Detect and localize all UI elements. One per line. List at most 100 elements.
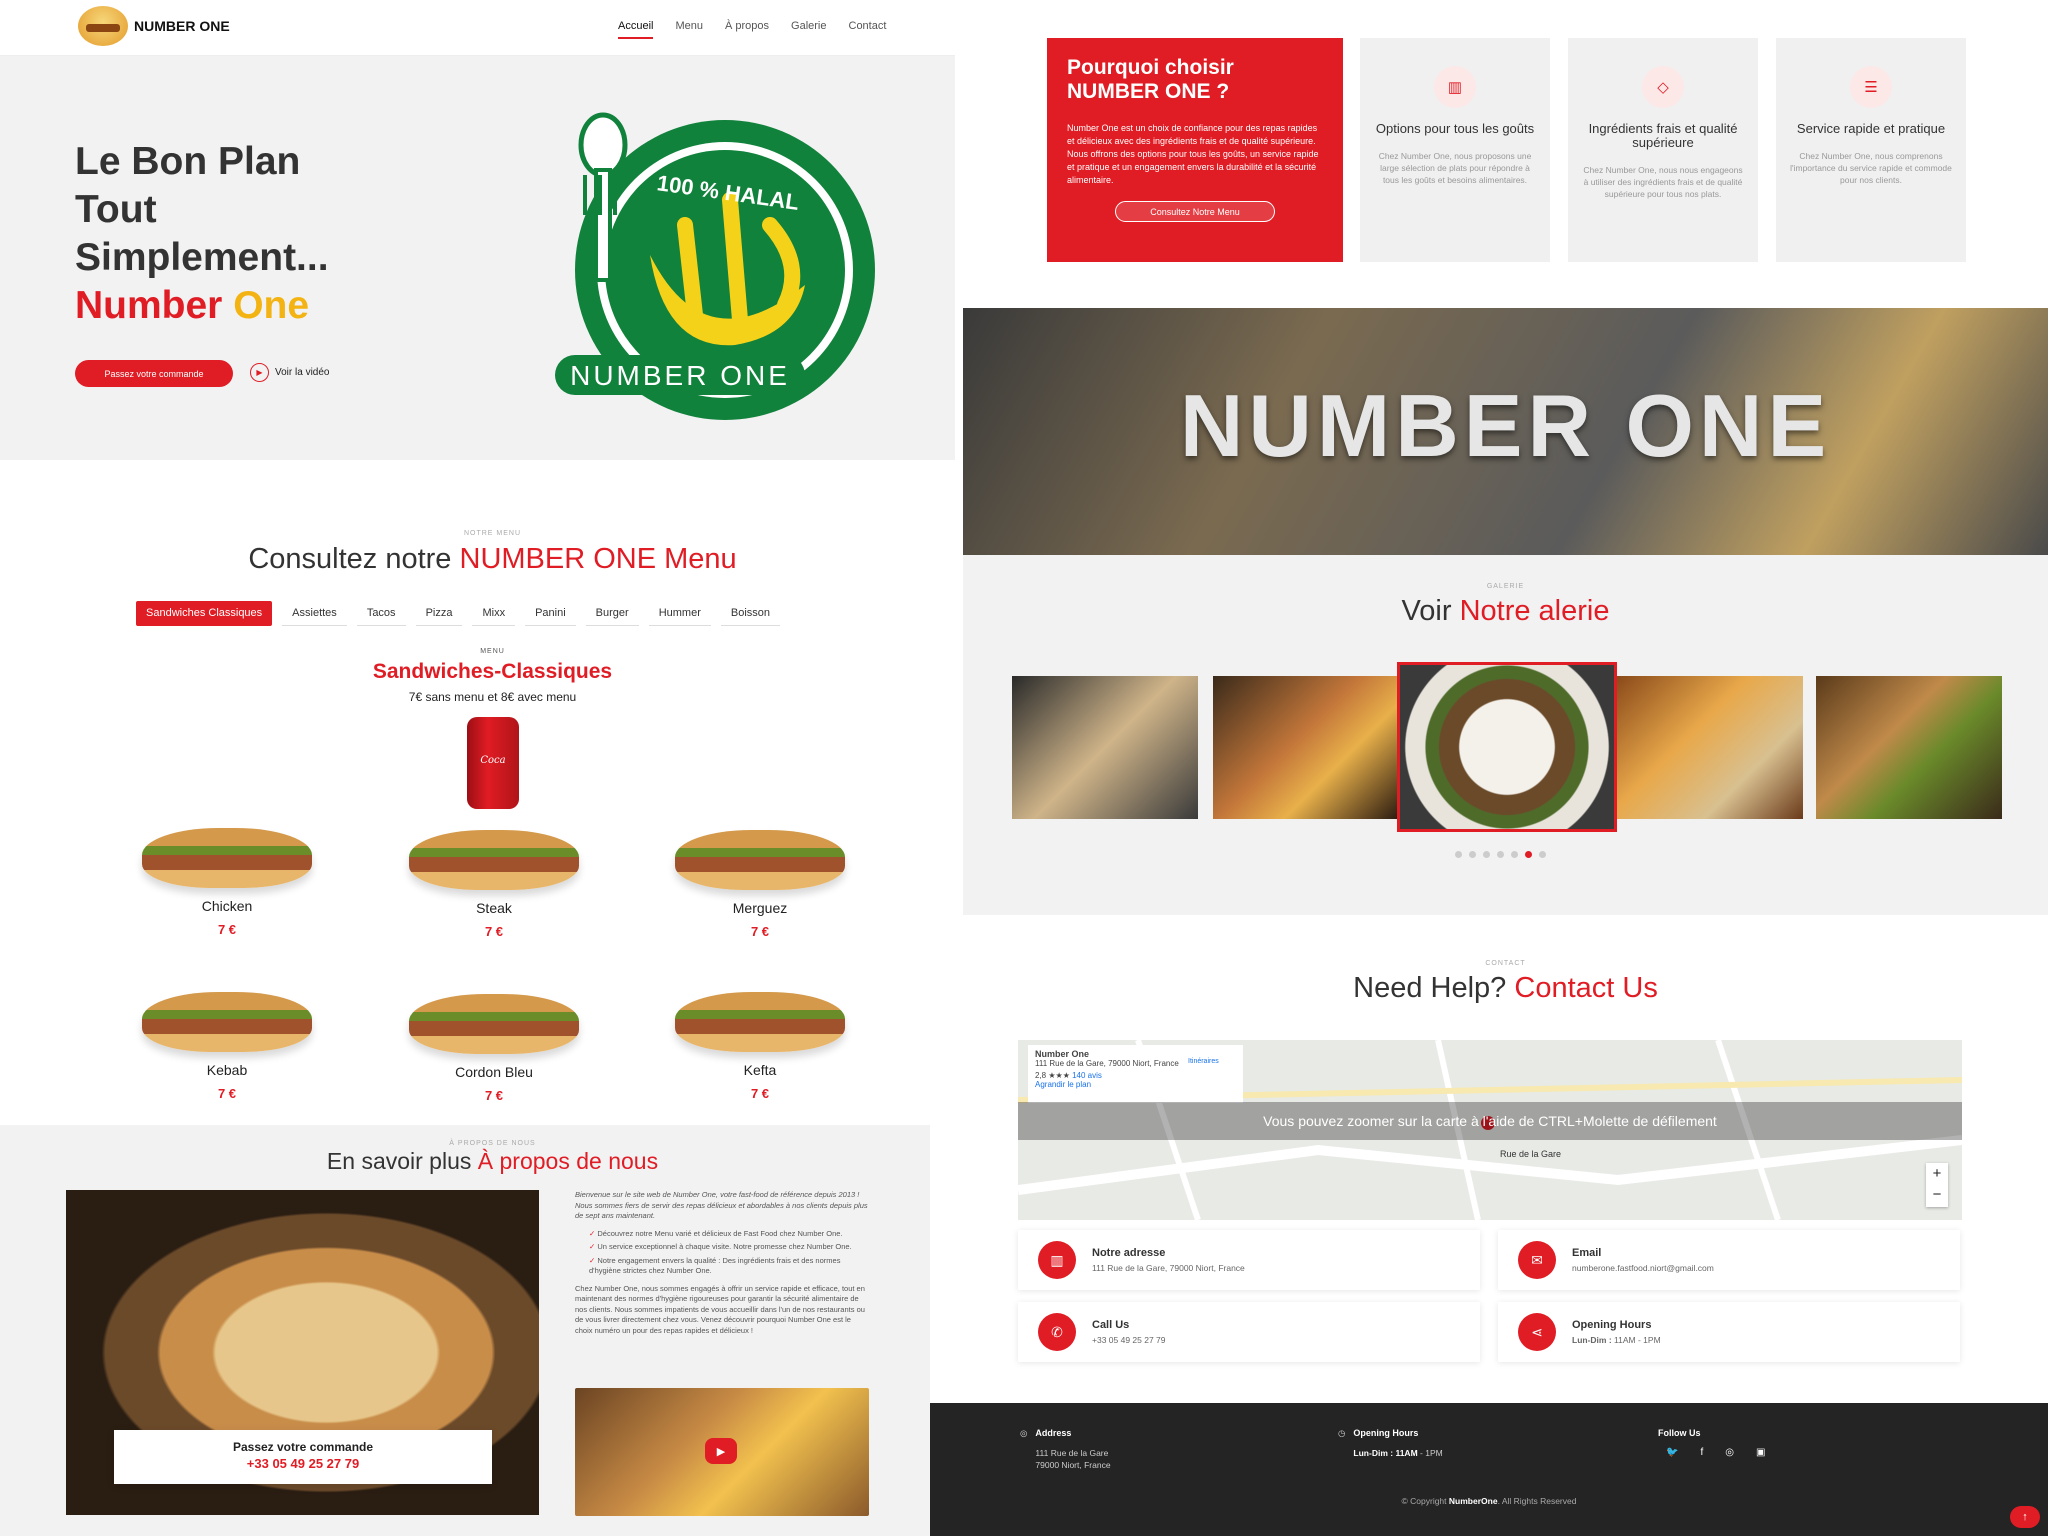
- menu-tabs: Sandwiches Classiques Assiettes Tacos Pi…: [136, 601, 780, 626]
- about-text: Bienvenue sur le site web de Number One,…: [575, 1190, 868, 1336]
- coca-cola-can-image: Coca: [467, 717, 519, 809]
- about-intro: Bienvenue sur le site web de Number One,…: [575, 1190, 868, 1220]
- gallery-image-sandwich[interactable]: [1816, 676, 2002, 819]
- gallery-dots: [1455, 851, 1546, 858]
- menu-item[interactable]: Kebab 7 €: [127, 992, 327, 1101]
- menu-price-note: 7€ sans menu et 8€ avec menu: [408, 690, 577, 704]
- tab-panini[interactable]: Panini: [525, 601, 576, 626]
- map-directions-link[interactable]: Itinéraires: [1188, 1058, 1219, 1065]
- feature-body: Chez Number One, nous nous engageons à u…: [1583, 165, 1743, 199]
- gallery-image-steak-active[interactable]: [1397, 662, 1617, 832]
- feature-title: Service rapide et pratique: [1796, 121, 1946, 136]
- gallery-dot[interactable]: [1483, 851, 1490, 858]
- watch-video-link[interactable]: ▶ Voir la vidéo: [250, 363, 329, 382]
- about-bullet: ✓ Découvrez notre Menu varié et délicieu…: [589, 1228, 843, 1238]
- tab-sandwiches[interactable]: Sandwiches Classiques: [136, 601, 273, 626]
- play-video-icon[interactable]: ▶: [705, 1438, 737, 1464]
- tab-burger[interactable]: Burger: [585, 601, 639, 626]
- order-button[interactable]: Passez votre commande: [75, 360, 233, 387]
- menu-item[interactable]: Cordon Bleu 7 €: [394, 994, 594, 1103]
- sandwich-image: [675, 992, 845, 1052]
- tab-hummer[interactable]: Hummer: [648, 601, 711, 626]
- map-zoom-hint: Vous pouvez zoomer sur la carte à l'aide…: [1018, 1102, 1962, 1140]
- map-street-label: Rue de la Gare: [1500, 1149, 1562, 1159]
- item-name: Cordon Bleu: [455, 1064, 533, 1080]
- gallery-dot[interactable]: [1511, 851, 1518, 858]
- linkedin-icon[interactable]: ▣: [1756, 1447, 1765, 1459]
- about-title: En savoir plus À propos de nous: [326, 1148, 659, 1174]
- nav-links: Accueil Menu À propos Galerie Contact: [618, 20, 886, 39]
- menu-item[interactable]: Kefta 7 €: [660, 992, 860, 1101]
- halal-badge-logo: 100 % HALAL NUMBER ONE: [555, 112, 875, 420]
- instagram-icon[interactable]: ◎: [1725, 1447, 1734, 1459]
- menu-title: Consultez notre NUMBER ONE Menu: [248, 543, 737, 575]
- order-call-box[interactable]: Passez votre commande +33 05 49 25 27 79: [114, 1430, 492, 1484]
- map-larger-link[interactable]: Agrandir le plan: [1035, 1080, 1236, 1089]
- menu-item[interactable]: Chicken 7 €: [127, 828, 327, 937]
- gallery-image-burgers[interactable]: [1213, 676, 1399, 819]
- item-price: 7 €: [217, 922, 237, 937]
- envelope-icon: ✉: [1518, 1241, 1556, 1279]
- contact-card-phone: ✆ Call Us +33 05 49 25 27 79: [1018, 1302, 1480, 1362]
- nav-link-apropos[interactable]: À propos: [725, 20, 769, 39]
- contact-card-address: ▥ Notre adresse 111 Rue de la Gare, 79000…: [1018, 1230, 1480, 1290]
- tab-boisson[interactable]: Boisson: [720, 601, 780, 626]
- sandwich-image: [409, 994, 579, 1054]
- gallery-dot[interactable]: [1455, 851, 1462, 858]
- feature-title: Options pour tous les goûts: [1375, 121, 1535, 136]
- about-bullet: ✓ Un service exceptionnel à chaque visit…: [589, 1242, 852, 1251]
- tab-mixx[interactable]: Mixx: [472, 601, 516, 626]
- footer-follow: Follow Us 🐦 f ◎ ▣: [1658, 1428, 1766, 1459]
- nav-link-accueil[interactable]: Accueil: [618, 20, 654, 39]
- view-menu-button[interactable]: Consultez Notre Menu: [1115, 201, 1275, 222]
- feature-body: Chez Number One, nous comprenons l'impor…: [1790, 151, 1952, 185]
- menu-item[interactable]: Merguez 7 €: [660, 830, 860, 939]
- why-body: Number One est un choix de confiance pou…: [1067, 123, 1319, 185]
- feature-body: Chez Number One, nous proposons une larg…: [1378, 151, 1532, 185]
- facebook-icon[interactable]: f: [1700, 1447, 1703, 1459]
- brand-logo[interactable]: NUMBER ONE: [78, 6, 230, 46]
- tab-assiettes[interactable]: Assiettes: [282, 601, 347, 626]
- tab-pizza[interactable]: Pizza: [415, 601, 463, 626]
- map-icon: ▥: [1038, 1241, 1076, 1279]
- gallery-dot[interactable]: [1469, 851, 1476, 858]
- item-name: Merguez: [732, 900, 788, 916]
- nav-link-contact[interactable]: Contact: [849, 20, 887, 39]
- gallery-dot-active[interactable]: [1525, 851, 1532, 858]
- menu-item[interactable]: Steak 7 €: [394, 830, 594, 939]
- play-icon: ▶: [250, 363, 269, 382]
- about-outro: Chez Number One, nous sommes engagés à o…: [575, 1283, 865, 1335]
- call-phone[interactable]: +33 05 49 25 27 79: [114, 1456, 492, 1471]
- burger-logo-icon: [78, 6, 128, 46]
- back-to-top-button[interactable]: ↑: [2010, 1506, 2040, 1528]
- zoom-in-button[interactable]: +: [1926, 1163, 1948, 1184]
- item-price: 7 €: [750, 924, 770, 939]
- gallery-eyebrow: GALERIE: [1486, 583, 1525, 590]
- copyright: © Copyright NumberOne. All Rights Reserv…: [1401, 1496, 1577, 1506]
- gallery-dot[interactable]: [1497, 851, 1504, 858]
- sandwich-image: [409, 830, 579, 890]
- nav-link-galerie[interactable]: Galerie: [791, 20, 826, 39]
- map-info-card: Number One 111 Rue de la Gare, 79000 Nio…: [1028, 1045, 1243, 1103]
- gallery-image-pizza[interactable]: [1617, 676, 1803, 819]
- twitter-icon[interactable]: 🐦: [1666, 1447, 1678, 1459]
- menu-sub-eyebrow: MENU: [480, 648, 505, 655]
- why-choose-card: Pourquoi choisir NUMBER ONE ? Number One…: [1047, 38, 1343, 262]
- contact-card-hours: ⋖ Opening Hours Lun-Dim : 11AM - 1PM: [1498, 1302, 1960, 1362]
- item-price: 7 €: [750, 1086, 770, 1101]
- contact-card-email: ✉ Email numberone.fastfood.niort@gmail.co…: [1498, 1230, 1960, 1290]
- gallery-dot[interactable]: [1539, 851, 1546, 858]
- item-price: 7 €: [484, 924, 504, 939]
- tab-tacos[interactable]: Tacos: [356, 601, 406, 626]
- map-reviews-link[interactable]: 140 avis: [1072, 1071, 1102, 1080]
- item-name: Steak: [476, 900, 512, 916]
- hero-brand: Number One: [75, 284, 310, 327]
- gallery-image-wraps[interactable]: [1012, 676, 1198, 819]
- feature-title: Ingrédients frais et qualité supérieure: [1588, 121, 1738, 150]
- video-label: Voir la vidéo: [275, 367, 330, 378]
- sandwich-image: [142, 828, 312, 888]
- nav-link-menu[interactable]: Menu: [675, 20, 703, 39]
- zoom-out-button[interactable]: −: [1926, 1184, 1948, 1205]
- share-icon: ⋖: [1518, 1313, 1556, 1351]
- chart-icon: ▥: [1434, 66, 1476, 108]
